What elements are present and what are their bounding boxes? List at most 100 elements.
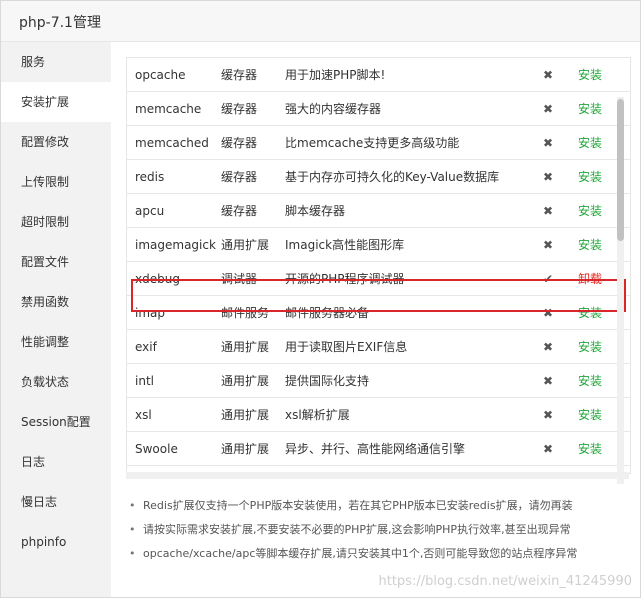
sidebar-item-service[interactable]: 服务 (1, 42, 111, 82)
extension-description: 脚本缓存器 (285, 193, 532, 228)
install-link[interactable]: 安装 (578, 442, 602, 456)
extension-description: 用于加速PHP脚本! (285, 58, 532, 92)
extension-name: opcache (127, 58, 221, 92)
install-link[interactable]: 安装 (578, 408, 602, 422)
notes-list: Redis扩展仅支持一个PHP版本安装使用，若在其它PHP版本已安装redis扩… (125, 494, 625, 566)
watermark: https://blog.csdn.net/weixin_41245990 (378, 574, 632, 589)
note-item: 请按实际需求安装扩展,不要安装不必要的PHP扩展,这会影响PHP执行效率,甚至出… (125, 518, 625, 542)
status-icon: ✖ (532, 125, 564, 160)
table-row: apcu 缓存器 脚本缓存器 ✖ 安装 (127, 193, 630, 228)
extension-type: 通用扩展 (221, 431, 285, 466)
extension-name: memcached (127, 125, 221, 160)
sidebar-item-load-status[interactable]: 负载状态 (1, 362, 111, 402)
extension-name: intl (127, 363, 221, 398)
extension-description: 强大的内容缓存器 (285, 91, 532, 126)
install-link[interactable]: 安装 (578, 170, 602, 184)
table-row: Swoole 通用扩展 异步、并行、高性能网络通信引擎 ✖ 安装 (127, 431, 630, 466)
extension-type: 缓存器 (221, 193, 285, 228)
install-link[interactable]: 安装 (578, 306, 602, 320)
sidebar-item-config-file[interactable]: 配置文件 (1, 242, 111, 282)
extension-type: 调试器 (221, 261, 285, 296)
sidebar-item-performance[interactable]: 性能调整 (1, 322, 111, 362)
table-row: redis 缓存器 基于内存亦可持久化的Key-Value数据库 ✖ 安装 (127, 159, 630, 194)
table-row: imagemagick 通用扩展 Imagick高性能图形库 ✖ 安装 (127, 227, 630, 262)
extension-type: 通用扩展 (221, 227, 285, 262)
sidebar: 服务 安装扩展 配置修改 上传限制 超时限制 配置文件 禁用函数 性能调整 负载… (1, 42, 111, 597)
sidebar-item-logs[interactable]: 日志 (1, 442, 111, 482)
table-row: imap 邮件服务 邮件服务器必备 ✖ 安装 (127, 295, 630, 330)
sidebar-item-install-extensions[interactable]: 安装扩展 (1, 82, 111, 122)
extension-type: 缓存器 (221, 159, 285, 194)
status-icon: ✖ (532, 193, 564, 228)
table-row: exif 通用扩展 用于读取图片EXIF信息 ✖ 安装 (127, 329, 630, 364)
extension-name: redis (127, 159, 221, 194)
sidebar-item-phpinfo[interactable]: phpinfo (1, 522, 111, 562)
extension-description: 用于读取图片EXIF信息 (285, 329, 532, 364)
install-link[interactable]: 安装 (578, 68, 602, 82)
status-icon: ✖ (532, 227, 564, 262)
extension-name: memcache (127, 91, 221, 126)
extensions-table-container[interactable]: opcache 缓存器 用于加速PHP脚本! ✖ 安装 memcache 缓存器 强大的内容缓… (126, 57, 631, 474)
extension-description: Imagick高性能图形库 (285, 227, 532, 262)
sidebar-item-upload-limit[interactable]: 上传限制 (1, 162, 111, 202)
install-link[interactable]: 安装 (578, 102, 602, 116)
title-bar: php-7.1管理 (1, 1, 640, 42)
sidebar-item-session-config[interactable]: Session配置 (1, 402, 111, 442)
status-icon: ✖ (532, 91, 564, 126)
extension-description: 比memcache支持更多高级功能 (285, 125, 532, 160)
extension-description: xsl解析扩展 (285, 397, 532, 432)
install-link[interactable]: 安装 (578, 238, 602, 252)
extension-name: xsl (127, 397, 221, 432)
extension-description: 异步、并行、高性能网络通信引擎 (285, 431, 532, 466)
status-icon: ✔ (532, 261, 564, 296)
window-title: php-7.1管理 (19, 15, 101, 31)
extension-type: 通用扩展 (221, 397, 285, 432)
status-icon: ✖ (532, 363, 564, 398)
extension-name: imagemagick (127, 227, 221, 262)
sidebar-item-timeout-limit[interactable]: 超时限制 (1, 202, 111, 242)
status-icon: ✖ (532, 58, 564, 92)
table-row: xdebug 调试器 开源的PHP程序调试器 ✔ 卸载 (127, 261, 630, 296)
extension-type: 通用扩展 (221, 329, 285, 364)
install-link[interactable]: 安装 (578, 374, 602, 388)
action-link[interactable]: 安装 (564, 58, 630, 92)
extension-name: xdebug (127, 261, 221, 296)
sidebar-item-disabled-functions[interactable]: 禁用函数 (1, 282, 111, 322)
extension-type: 通用扩展 (221, 363, 285, 398)
extension-name: imap (127, 295, 221, 330)
table-row: memcache 缓存器 强大的内容缓存器 ✖ 安装 (127, 91, 630, 126)
extension-type: 邮件服务 (221, 295, 285, 330)
vertical-scrollbar[interactable] (617, 97, 624, 484)
main-content: opcache 缓存器 用于加速PHP脚本! ✖ 安装 memcache 缓存器 强大的内容缓… (111, 42, 640, 597)
extension-type: 缓存器 (221, 125, 285, 160)
table-row: memcached 缓存器 比memcache支持更多高级功能 ✖ 安装 (127, 125, 630, 160)
extension-type: 缓存器 (221, 91, 285, 126)
status-icon: ✖ (532, 397, 564, 432)
extension-description: 提供国际化支持 (285, 363, 532, 398)
horizontal-scrollbar[interactable] (126, 472, 629, 479)
sidebar-item-slow-logs[interactable]: 慢日志 (1, 482, 111, 522)
extension-description: 邮件服务器必备 (285, 295, 532, 330)
extension-name: apcu (127, 193, 221, 228)
status-icon: ✖ (532, 329, 564, 364)
note-item: opcache/xcache/apc等脚本缓存扩展,请只安装其中1个,否则可能导… (125, 542, 625, 566)
extension-name: exif (127, 329, 221, 364)
extensions-table: opcache 缓存器 用于加速PHP脚本! ✖ 安装 memcache 缓存器 强大的内容缓… (127, 58, 630, 466)
table-row: intl 通用扩展 提供国际化支持 ✖ 安装 (127, 363, 630, 398)
extension-description: 基于内存亦可持久化的Key-Value数据库 (285, 159, 532, 194)
php-manager-window: php-7.1管理 服务 安装扩展 配置修改 上传限制 超时限制 配置文件 禁用… (0, 0, 641, 598)
install-link[interactable]: 安装 (578, 136, 602, 150)
status-icon: ✖ (532, 431, 564, 466)
extension-type: 缓存器 (221, 58, 285, 92)
extension-description: 开源的PHP程序调试器 (285, 261, 532, 296)
status-icon: ✖ (532, 295, 564, 330)
table-row: opcache 缓存器 用于加速PHP脚本! ✖ 安装 (127, 58, 630, 92)
table-row: xsl 通用扩展 xsl解析扩展 ✖ 安装 (127, 397, 630, 432)
note-item: Redis扩展仅支持一个PHP版本安装使用，若在其它PHP版本已安装redis扩… (125, 494, 625, 518)
install-link[interactable]: 安装 (578, 340, 602, 354)
status-icon: ✖ (532, 159, 564, 194)
scrollbar-thumb[interactable] (617, 99, 624, 241)
uninstall-link[interactable]: 卸载 (578, 272, 602, 286)
install-link[interactable]: 安装 (578, 204, 602, 218)
sidebar-item-config-edit[interactable]: 配置修改 (1, 122, 111, 162)
